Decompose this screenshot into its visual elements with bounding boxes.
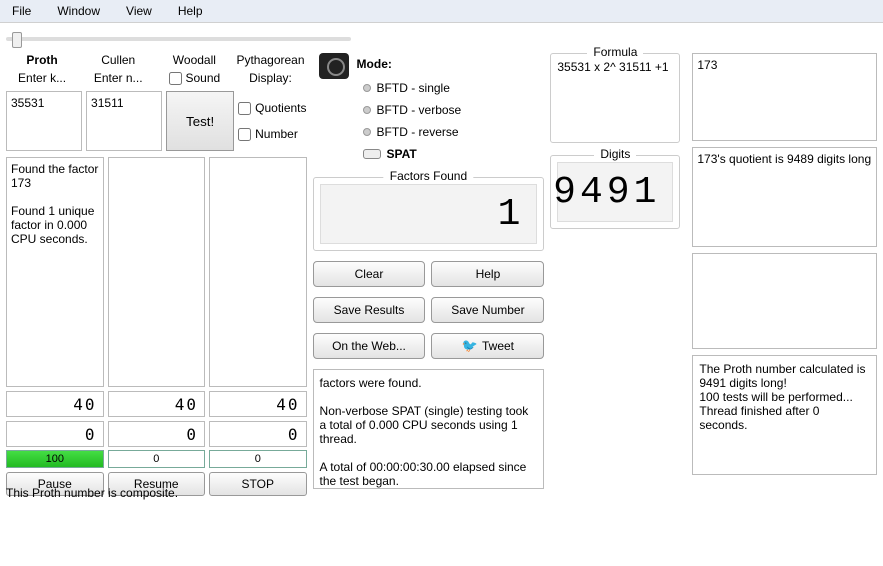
factors-lcd: 1: [320, 184, 538, 244]
progress-bar-1: 100: [6, 450, 104, 468]
log-box-1: Found the factor 173 Found 1 unique fact…: [6, 157, 104, 387]
log-box-3: [209, 157, 307, 387]
quotients-checkbox[interactable]: [238, 102, 251, 115]
mode-reverse[interactable]: BFTD - reverse: [363, 121, 545, 143]
right-log: The Proth number calculated is 9491 digi…: [692, 355, 877, 475]
input-k[interactable]: 35531: [6, 91, 82, 151]
seg-zero-1: 0: [6, 421, 104, 447]
menu-file[interactable]: File: [6, 2, 37, 20]
right-box-2[interactable]: 173's quotient is 9489 digits long: [692, 147, 877, 247]
label-sound: Sound: [186, 71, 221, 85]
mid-log[interactable]: factors were found. Non-verbose SPAT (si…: [313, 369, 545, 489]
header-woodall: Woodall: [158, 53, 230, 67]
twitter-icon: 🐦: [462, 338, 478, 354]
help-button[interactable]: Help: [431, 261, 544, 287]
seg-display-1: 40: [6, 391, 104, 417]
formula-label: Formula: [587, 45, 643, 59]
mode-single[interactable]: BFTD - single: [363, 77, 545, 99]
label-enter-n: Enter n...: [82, 71, 154, 85]
formula-text: 35531 x 2^ 31511 +1: [557, 60, 673, 74]
mode-spat[interactable]: SPAT: [363, 143, 545, 165]
header-cullen: Cullen: [82, 53, 154, 67]
menu-view[interactable]: View: [120, 2, 158, 20]
on-the-web-button[interactable]: On the Web...: [313, 333, 426, 359]
label-number: Number: [255, 127, 298, 141]
right-box-3[interactable]: [692, 253, 877, 349]
seg-zero-3: 0: [209, 421, 307, 447]
label-display: Display:: [234, 71, 306, 85]
input-n[interactable]: 31511: [86, 91, 162, 151]
digits-lcd: 9491: [557, 162, 673, 222]
right-box-1[interactable]: 173: [692, 53, 877, 141]
progress-bar-3: 0: [209, 450, 307, 468]
header-proth: Proth: [6, 53, 78, 67]
menu-help[interactable]: Help: [172, 2, 209, 20]
mode-title: Mode:: [357, 53, 545, 75]
seg-zero-2: 0: [108, 421, 206, 447]
status-bar: This Proth number is composite.: [6, 486, 178, 500]
label-enter-k: Enter k...: [6, 71, 78, 85]
clear-button[interactable]: Clear: [313, 261, 426, 287]
top-slider[interactable]: [6, 37, 351, 41]
digits-label: Digits: [594, 147, 636, 161]
header-pyth: Pythagorean: [234, 53, 306, 67]
label-quotients: Quotients: [255, 101, 306, 115]
save-number-button[interactable]: Save Number: [431, 297, 544, 323]
seg-display-2: 40: [108, 391, 206, 417]
seg-display-3: 40: [209, 391, 307, 417]
number-checkbox[interactable]: [238, 128, 251, 141]
test-button[interactable]: Test!: [166, 91, 234, 151]
menubar: File Window View Help: [0, 0, 883, 23]
progress-bar-2: 0: [108, 450, 206, 468]
mode-verbose[interactable]: BFTD - verbose: [363, 99, 545, 121]
stop-button[interactable]: STOP: [209, 472, 307, 496]
camera-icon[interactable]: [319, 53, 349, 79]
menu-window[interactable]: Window: [51, 2, 106, 20]
factors-found-label: Factors Found: [384, 169, 473, 183]
save-results-button[interactable]: Save Results: [313, 297, 426, 323]
tweet-button[interactable]: 🐦Tweet: [431, 333, 544, 359]
log-box-2: [108, 157, 206, 387]
sound-checkbox[interactable]: [169, 72, 182, 85]
